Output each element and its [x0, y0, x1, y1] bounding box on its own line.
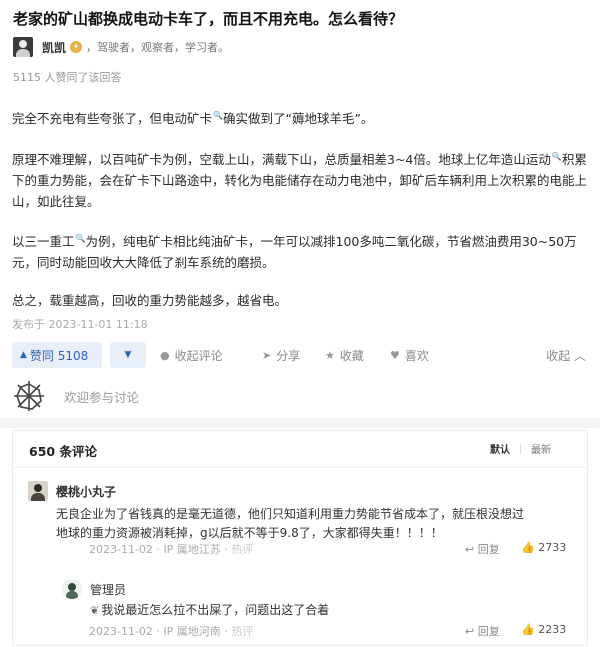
comment-avatar[interactable]	[62, 579, 82, 599]
chevron-up-icon: ︿	[573, 349, 586, 363]
comment-author[interactable]: 樱桃小丸子	[56, 483, 116, 500]
search-icon[interactable]: 🔍	[552, 146, 562, 167]
question-title[interactable]: 老家的矿山都换成电动卡车了，而且不用充电。怎么看待？	[13, 8, 588, 29]
comments-divider	[13, 467, 587, 468]
comments-count: 650 条评论	[29, 444, 97, 459]
leaf-icon: ❦	[90, 604, 100, 617]
votes-summary: 5115 人赞同了该回答	[13, 71, 122, 84]
author-name[interactable]: 凯凯	[42, 39, 66, 56]
action-bar: ▲ 赞同 5108 ▼ ● 收起评论 ➤ 分享 ★ 收藏 ♥ 喜欢 收起 ︿	[12, 342, 588, 368]
discuss-input[interactable]: 欢迎参与讨论	[64, 387, 139, 406]
reply-icon: ↩	[465, 625, 475, 638]
answer-paragraph: 以三一重工🔍为例，纯电矿卡相比纯油矿卡，一年可以减排100多吨二氧化碳，节省燃油…	[12, 228, 590, 273]
comment-icon: ●	[160, 349, 170, 362]
comment-avatar[interactable]	[28, 481, 48, 501]
downvote-button[interactable]: ▼	[110, 342, 146, 368]
discuss-bar: 欢迎参与讨论	[12, 378, 588, 414]
author-row: 凯凯 ✦ ，驾驶者，观察者，学习者。	[13, 36, 229, 58]
triangle-down-icon: ▼	[124, 350, 132, 360]
share-icon: ➤	[262, 349, 272, 362]
share-button[interactable]: ➤ 分享	[262, 347, 300, 364]
comment-like-button[interactable]: 👍 2733	[521, 541, 566, 554]
tab-divider	[520, 443, 521, 454]
thumbs-up-icon: 👍	[521, 623, 535, 636]
search-icon[interactable]: 🔍	[76, 228, 86, 249]
search-icon[interactable]: 🔍	[213, 105, 223, 126]
comment-like-button[interactable]: 👍 2233	[521, 623, 566, 636]
section-divider	[0, 418, 600, 428]
collapse-button[interactable]: 收起 ︿	[546, 347, 586, 364]
upvote-button[interactable]: ▲ 赞同 5108	[12, 342, 102, 368]
comments-section: 650 条评论 默认 最新 樱桃小丸子 无良企业为了省钱真的是毫无道德，他们只知…	[12, 430, 588, 646]
reply-button[interactable]: ↩ 回复	[465, 541, 500, 557]
comment-meta: 2023-11-02 · IP 属地江苏 · 热评	[89, 543, 254, 556]
like-button[interactable]: ♥ 喜欢	[390, 347, 429, 364]
comment-text: 无良企业为了省钱真的是毫无道德，他们只知道利用重力势能节省成本了，就压根没想过地…	[56, 507, 525, 540]
tab-default[interactable]: 默认	[490, 441, 510, 456]
answer-paragraph: 总之，载重越高，回收的重力势能越多，越省电。	[12, 293, 288, 308]
sort-tabs: 默认 最新	[490, 441, 551, 456]
heart-icon: ♥	[390, 349, 400, 362]
comment-meta: 2023-11-02 · IP 属地河南 · 热评	[89, 625, 254, 638]
comment-text: ❦ 我说最近怎么拉不出屎了，问题出这了合着	[90, 603, 330, 617]
reply-button[interactable]: ↩ 回复	[465, 623, 500, 639]
triangle-up-icon: ▲	[20, 350, 27, 360]
answer-paragraph: 原理不难理解，以百吨矿卡为例，空载上山，满载下山，总质量相差3~4倍。地球上亿年…	[12, 146, 590, 212]
answer-paragraph: 完全不充电有些夸张了，但电动矿卡🔍确实做到了“薅地球羊毛”。	[12, 105, 590, 129]
logo-icon	[14, 381, 44, 411]
tab-latest[interactable]: 最新	[531, 441, 551, 456]
favorite-button[interactable]: ★ 收藏	[325, 347, 364, 364]
author-bio: ，驾驶者，观察者，学习者。	[86, 41, 230, 54]
publish-time: 发布于 2023-11-01 11:18	[12, 318, 148, 331]
reply-icon: ↩	[465, 543, 475, 556]
comment-author[interactable]: 管理员	[90, 581, 126, 598]
star-icon: ★	[325, 349, 335, 362]
author-avatar[interactable]	[13, 37, 33, 57]
comment-toggle-button[interactable]: ● 收起评论	[160, 347, 223, 364]
badge-icon: ✦	[70, 41, 83, 53]
thumbs-up-icon: 👍	[521, 541, 535, 554]
